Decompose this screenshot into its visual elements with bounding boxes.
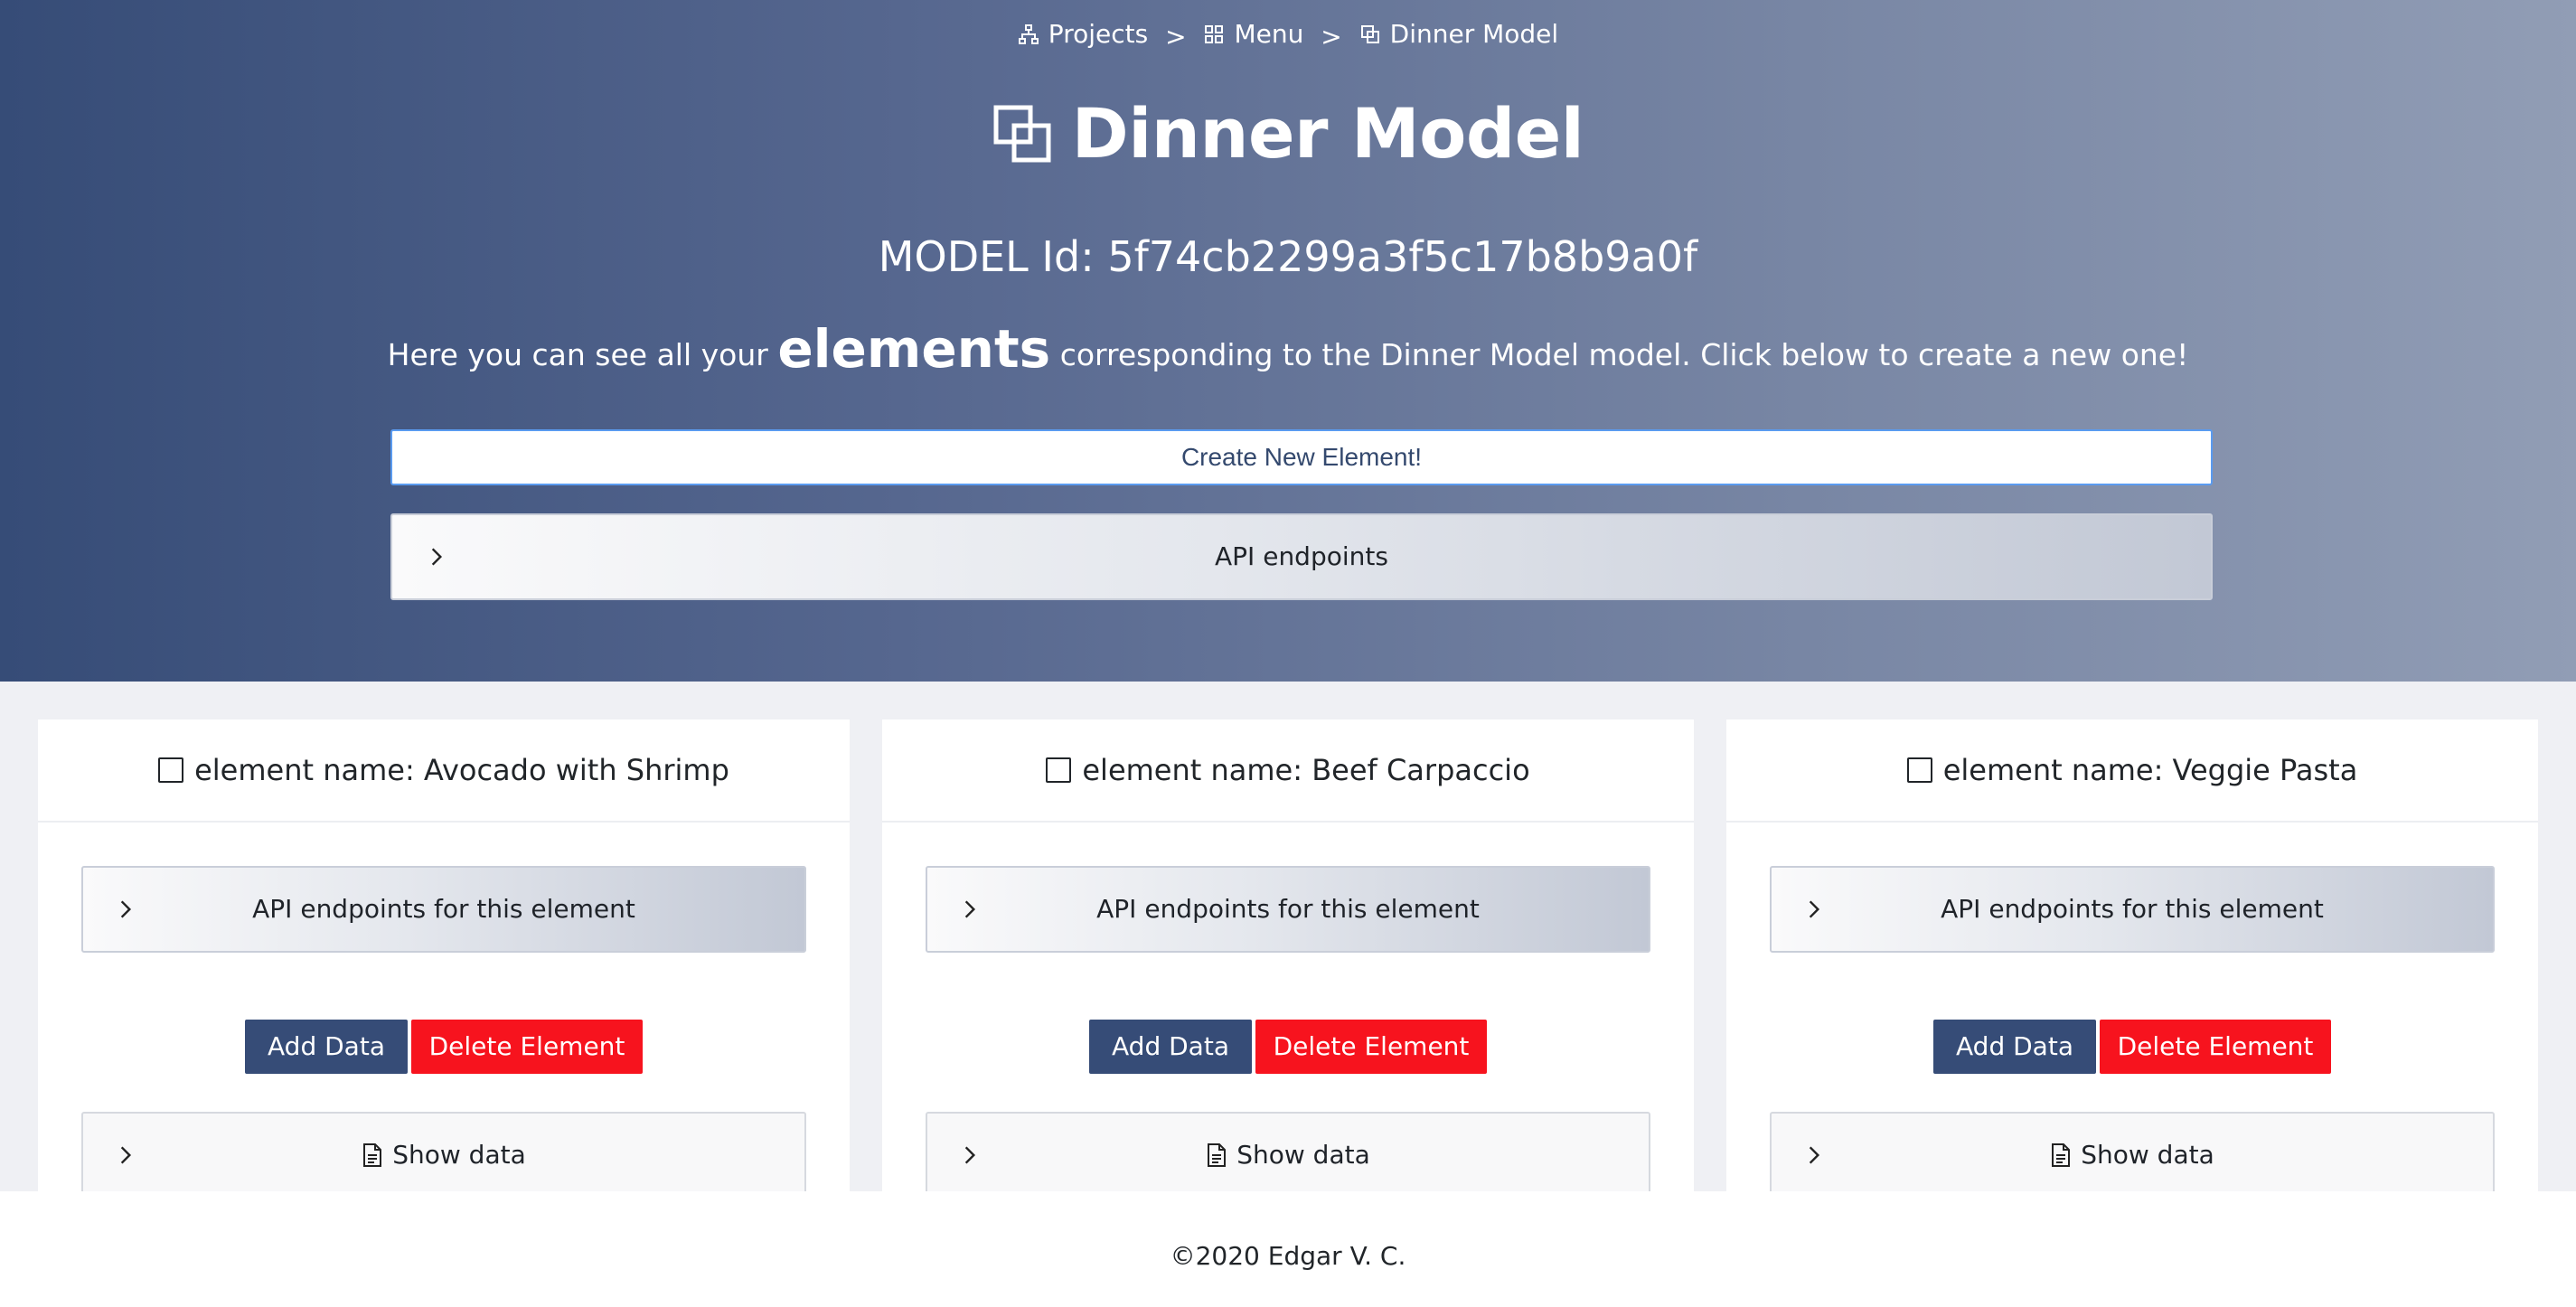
element-actions: Add Data Delete Element	[38, 1020, 850, 1074]
element-actions: Add Data Delete Element	[882, 1020, 1694, 1074]
element-card-header: element name: Veggie Pasta	[1726, 719, 2538, 823]
breadcrumb-separator: >	[1165, 22, 1187, 52]
api-endpoints-collapse[interactable]: API endpoints	[390, 513, 2213, 600]
intro-before: Here you can see all your	[387, 337, 768, 372]
show-data-collapse[interactable]: Show data	[1770, 1112, 2495, 1199]
chevron-right-icon	[1809, 1146, 1820, 1164]
breadcrumb-projects-label: Projects	[1048, 19, 1149, 49]
intro-text: Here you can see all your elements corre…	[0, 316, 2576, 388]
show-data-label: Show data	[2081, 1140, 2214, 1170]
delete-element-button[interactable]: Delete Element	[1255, 1020, 1487, 1074]
delete-element-button[interactable]: Delete Element	[411, 1020, 643, 1074]
clone-icon	[993, 105, 1051, 163]
breadcrumb-current-label: Dinner Model	[1389, 19, 1559, 49]
checkbox-icon[interactable]	[158, 757, 184, 783]
chevron-right-icon	[431, 548, 443, 566]
delete-element-button[interactable]: Delete Element	[2100, 1020, 2331, 1074]
grid-icon	[1205, 25, 1224, 43]
breadcrumb-projects[interactable]: Projects	[1018, 16, 1148, 52]
element-name: element name: Avocado with Shrimp	[194, 753, 729, 787]
element-card: element name: Veggie Pasta API endpoints…	[1726, 719, 2538, 1199]
chevron-right-icon	[1809, 900, 1820, 918]
footer-copyright: ©2020 Edgar V. C.	[1170, 1241, 1406, 1271]
show-data-label: Show data	[392, 1140, 526, 1170]
breadcrumb-separator: >	[1321, 22, 1342, 52]
chevron-right-icon	[964, 900, 976, 918]
add-data-button[interactable]: Add Data	[1933, 1020, 2096, 1074]
breadcrumb-menu[interactable]: Menu	[1203, 16, 1303, 52]
clone-icon	[1360, 25, 1379, 43]
element-api-endpoints-label: API endpoints for this element	[1941, 894, 2324, 924]
chevron-right-icon	[120, 1146, 132, 1164]
breadcrumb: Projects > Menu > Dinner Model	[0, 16, 2576, 55]
checkbox-icon[interactable]	[1046, 757, 1072, 783]
element-api-endpoints-collapse[interactable]: API endpoints for this element	[1770, 866, 2495, 953]
element-api-endpoints-collapse[interactable]: API endpoints for this element	[81, 866, 806, 953]
element-card-header: element name: Avocado with Shrimp	[38, 719, 850, 823]
element-actions: Add Data Delete Element	[1726, 1020, 2538, 1074]
chevron-right-icon	[120, 900, 132, 918]
show-data-collapse[interactable]: Show data	[926, 1112, 1650, 1199]
checkbox-icon[interactable]	[1906, 757, 1932, 783]
breadcrumb-menu-label: Menu	[1234, 19, 1304, 49]
show-data-label: Show data	[1236, 1140, 1370, 1170]
page-title: Dinner Model	[0, 90, 2576, 177]
add-data-button[interactable]: Add Data	[245, 1020, 408, 1074]
element-name: element name: Beef Carpaccio	[1082, 753, 1530, 787]
element-api-endpoints-label: API endpoints for this element	[252, 894, 635, 924]
element-api-endpoints-label: API endpoints for this element	[1096, 894, 1480, 924]
page-title-text: Dinner Model	[1071, 93, 1584, 174]
hero-header: Projects > Menu > Dinner Model Dinner Mo…	[0, 0, 2576, 682]
api-endpoints-label: API endpoints	[1215, 541, 1388, 571]
element-name: element name: Veggie Pasta	[1942, 753, 2358, 787]
intro-emphasis: elements	[777, 318, 1051, 380]
document-icon	[363, 1143, 382, 1167]
chevron-right-icon	[964, 1146, 976, 1164]
model-id: MODEL Id: 5f74cb2299a3f5c17b8b9a0f	[878, 232, 1698, 281]
intro-after: corresponding to the Dinner Model model.…	[1059, 337, 2189, 372]
element-card-header: element name: Beef Carpaccio	[882, 719, 1694, 823]
document-icon	[2052, 1143, 2071, 1167]
sitemap-icon	[1018, 24, 1039, 44]
elements-grid: element name: Avocado with Shrimp API en…	[0, 682, 2576, 1199]
add-data-button[interactable]: Add Data	[1089, 1020, 1252, 1074]
breadcrumb-current: Dinner Model	[1359, 16, 1559, 52]
create-new-element-button[interactable]: Create New Element!	[390, 429, 2213, 485]
element-card: element name: Avocado with Shrimp API en…	[38, 719, 850, 1199]
element-api-endpoints-collapse[interactable]: API endpoints for this element	[926, 866, 1650, 953]
element-card: element name: Beef Carpaccio API endpoin…	[882, 719, 1694, 1199]
footer: ©2020 Edgar V. C.	[0, 1191, 2576, 1307]
show-data-collapse[interactable]: Show data	[81, 1112, 806, 1199]
document-icon	[1208, 1143, 1227, 1167]
